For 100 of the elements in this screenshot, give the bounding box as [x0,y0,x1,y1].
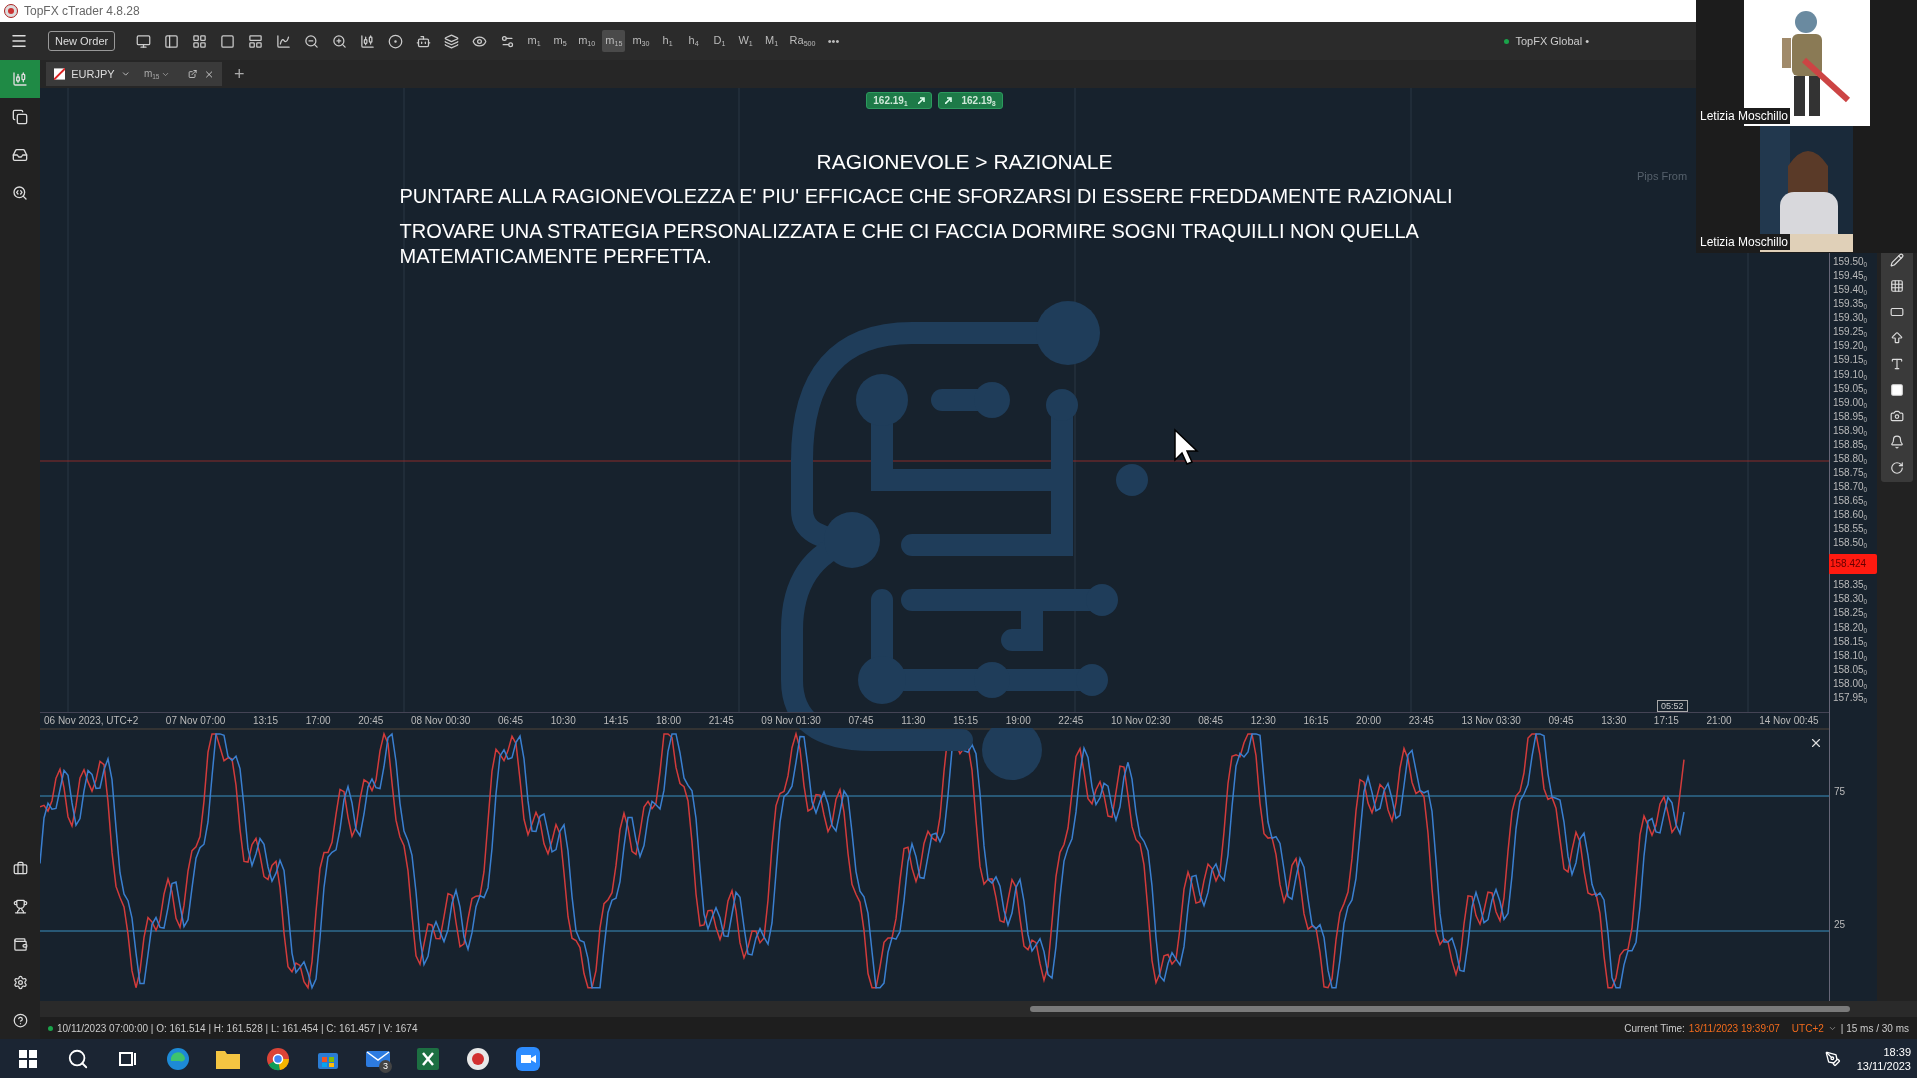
time-axis-label: 19:00 [1005,715,1031,726]
bar-info: 10/11/2023 07:00:00 | O: 161.514 | H: 161.528 | L: 161.454 | C: 161.457 | V: 1674 [57,1022,418,1034]
price-axis-label: 158.10$_{0}$ [1832,648,1869,663]
time-axis-label: 20:45 [358,715,384,726]
current-time: 13/11/2023 19:39:07 [1688,1022,1780,1034]
timeframe-button[interactable]: W$_{1}$ [734,30,757,52]
account-label: TopFX Global • [1515,35,1589,47]
timeframe-button[interactable]: h$_{1}$ [656,30,679,52]
time-axis-label: 16:15 [1303,715,1329,726]
price-axis-label: 158.55$_{0}$ [1832,522,1869,537]
scrollbar-thumb[interactable] [1030,1006,1850,1012]
timeframe-button[interactable]: m$_{15}$ [602,30,626,52]
timeframe-button[interactable]: m$_{1}$ [523,30,546,52]
time-axis-label: 17:15 [1653,715,1679,726]
trophy-icon [12,898,28,914]
sell-button[interactable]: 162.19$_{1}$ [866,92,932,109]
menu-icon[interactable] [10,32,28,50]
wallet-icon [12,936,28,952]
time-axis-label: 06:45 [498,715,524,726]
time-axis-label: 21:00 [1706,715,1732,726]
spreadsheet-icon [417,1047,439,1070]
new-order-button[interactable]: New Order [48,31,116,51]
timeframe-button[interactable]: m$_{30}$ [629,30,653,52]
chart-tab[interactable]: EURJPY m$_{15}$ [46,62,222,86]
price-axis-label: 159.10$_{0}$ [1832,367,1869,382]
settings-icon [12,974,28,990]
timeframe-button[interactable]: D$_{1}$ [708,30,731,52]
time-axis-label: 23:45 [1408,715,1434,726]
time-axis-label: 10:30 [550,715,576,726]
task-view-icon [119,1049,137,1068]
time-axis-label: 08:45 [1198,715,1224,726]
video-call-icon [516,1046,540,1071]
time-axis-label: 07 Nov 07:00 [165,715,226,726]
price-axis-label: 158.25$_{0}$ [1832,606,1869,621]
timeframe-button[interactable]: m$_{5}$ [549,30,572,52]
time-axis-label: 22:45 [1058,715,1084,726]
price-axis-label: 158.75$_{0}$ [1832,465,1869,480]
search-icon [67,1047,89,1070]
price-axis-label: 158.05$_{0}$ [1832,662,1869,677]
taskbar-button[interactable]: 3 [358,1040,398,1077]
participant-name: Letizia Moschillo [1698,234,1791,250]
price-axis-label: 158.90$_{0}$ [1832,423,1869,438]
briefcase-icon [12,860,28,876]
price-axis-label: 159.15$_{0}$ [1832,353,1869,368]
folder-icon [216,1048,240,1069]
symbol-flag-icon [54,68,66,80]
price-axis-label: 158.70$_{0}$ [1832,480,1869,495]
timeframe-button[interactable]: Ra$_{500}$ [786,30,819,52]
time-axis-label: 21:45 [708,715,734,726]
time-axis-label: 10 Nov 02:30 [1111,715,1171,726]
time-axis-label: 14 Nov 00:45 [1759,715,1819,726]
more-button[interactable]: ••• [822,30,845,52]
price-axis-label: 158.30$_{0}$ [1832,592,1869,607]
symbol-label: EURJPY [71,68,115,80]
price-axis-label: 158.15$_{0}$ [1832,634,1869,649]
price-axis-label: 159.45$_{0}$ [1832,269,1869,284]
price-axis-label: 158.20$_{0}$ [1832,620,1869,635]
app-icon [466,1046,490,1071]
chrome-icon [266,1046,290,1071]
detach-icon[interactable] [188,69,198,79]
taskbar-clock[interactable]: 18:39 13/11/2023 [1856,1044,1911,1073]
price-axis-label: 159.00$_{0}$ [1832,395,1869,410]
search-icon [12,185,28,201]
arrow-icon [944,97,952,104]
close-icon[interactable] [1809,736,1823,750]
time-axis-label: 13 Nov 03:30 [1461,715,1521,726]
pen-icon[interactable] [1824,1050,1841,1067]
price-axis-label: 159.05$_{0}$ [1832,381,1869,396]
mail-icon [366,1048,390,1069]
price-axis-label: 158.65$_{0}$ [1832,494,1869,509]
price-axis-label: 158.00$_{0}$ [1832,676,1869,691]
help-icon [12,1012,28,1028]
price-axis-label: 158.50$_{0}$ [1832,536,1869,551]
pips-label: Pips From [1637,170,1688,182]
price-axis-label: 159.20$_{0}$ [1832,339,1869,354]
price-axis-label: 157.95$_{0}$ [1832,690,1869,705]
buy-button[interactable]: 162.19$_{8}$ [937,92,1003,109]
slide-text: TROVARE UNA STRATEGIA PERSONALIZZATA E CHE CI FACCIA DORMIRE SOGNI TRAQUILLI NON QUELLA MATEMATICAMENTE PERFETTA. [399,219,1420,269]
window-title: TopFX cTrader 4.8.28 [24,4,140,18]
add-tab-button[interactable]: + [230,63,249,85]
time-marker: 05:52 [1657,700,1688,712]
timeframe-selector[interactable]: m$_{15}$ [143,68,171,80]
timeframe-button[interactable]: M$_{1}$ [760,30,783,52]
participant-name: Letizia Moschillo [1698,108,1791,124]
time-axis-label: 11:30 [901,715,926,726]
time-axis-label: 20:00 [1356,715,1382,726]
oscillator-axis-label: 75 [1833,786,1847,797]
timeframe-button[interactable]: m$_{10}$ [575,30,599,52]
time-axis-label: 18:00 [656,715,682,726]
price-axis-label: 159.40$_{0}$ [1832,283,1869,298]
timezone-selector[interactable]: UTC+2 [1791,1022,1824,1034]
timeframe-button[interactable]: h$_{4}$ [682,30,705,52]
current-time-label: Current Time: [1624,1022,1685,1034]
time-axis-label: 09:45 [1548,715,1574,726]
caret-icon [120,69,130,79]
time-axis-label: 14:15 [603,715,629,726]
price-axis-label: 159.25$_{0}$ [1832,325,1869,340]
time-axis-label: 17:00 [305,715,331,726]
slide-text: PUNTARE ALLA RAGIONEVOLEZZA E' PIU' EFFICACE CHE SFORZARSI DI ESSERE FREDDAMENTE RAZIONALI [399,184,1454,209]
status-dot-icon [48,1025,53,1031]
